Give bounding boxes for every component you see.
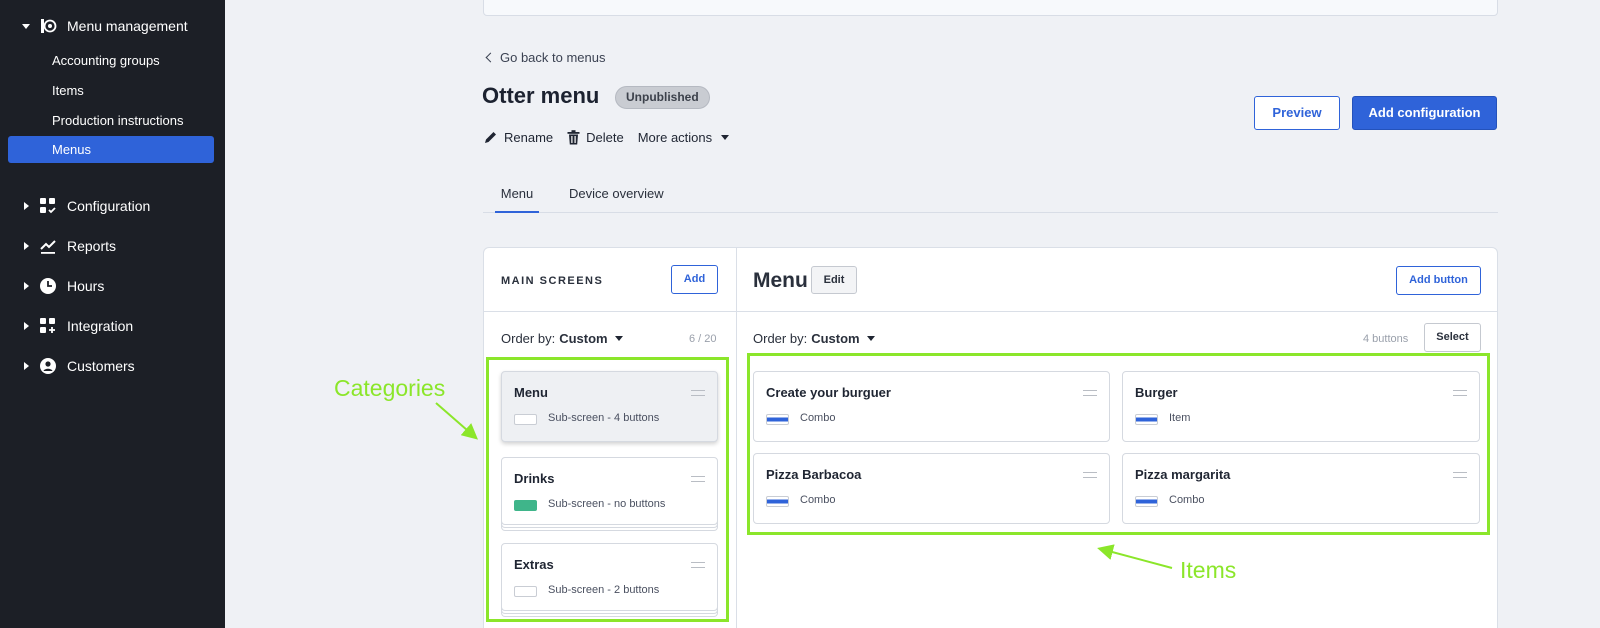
preview-button[interactable]: Preview	[1254, 96, 1340, 130]
nav-integration[interactable]: Integration	[0, 313, 225, 339]
tab-device-overview[interactable]: Device overview	[569, 186, 664, 213]
screens-order-dropdown[interactable]: Order by: Custom	[501, 331, 623, 346]
order-label: Order by:	[753, 331, 808, 346]
delete-label: Delete	[586, 130, 624, 145]
divider	[484, 311, 1497, 312]
menu-management-icon	[41, 19, 57, 33]
caret-right-icon	[24, 242, 29, 250]
order-value: Custom	[811, 331, 860, 346]
items-annotation: Items	[1180, 557, 1237, 583]
rename-button[interactable]: Rename	[483, 130, 553, 145]
back-label: Go back to menus	[500, 50, 606, 65]
nav-label: Reports	[67, 238, 117, 254]
nav-label: Integration	[67, 318, 134, 334]
caret-right-icon	[24, 362, 29, 370]
nav-menu-management[interactable]: Menu management	[0, 13, 225, 39]
caret-down-icon	[614, 336, 623, 341]
sidebar-item-production-instructions[interactable]: Production instructions	[8, 107, 214, 134]
action-bar: Rename Delete More actions	[483, 130, 743, 145]
caret-right-icon	[24, 202, 29, 210]
caret-right-icon	[24, 322, 29, 330]
nav-label: Hours	[67, 278, 105, 294]
caret-down-icon	[866, 336, 875, 341]
clock-icon	[40, 278, 56, 294]
nav-hours[interactable]: Hours	[0, 273, 225, 299]
nav-customers[interactable]: Customers	[0, 353, 225, 379]
screens-count: 6 / 20	[689, 333, 717, 345]
status-badge: Unpublished	[615, 86, 710, 109]
categories-annotation: Categories	[334, 375, 446, 401]
items-order-dropdown[interactable]: Order by: Custom	[753, 331, 875, 346]
buttons-count: 4 buttons	[1363, 333, 1409, 345]
rename-label: Rename	[504, 130, 554, 145]
chevron-left-icon	[485, 52, 496, 63]
add-screen-button[interactable]: Add	[671, 265, 718, 294]
items-highlight-box	[747, 353, 1490, 535]
order-value: Custom	[559, 331, 608, 346]
nav-reports[interactable]: Reports	[0, 233, 225, 259]
pencil-icon	[485, 132, 496, 143]
nav-label: Configuration	[67, 198, 151, 214]
reports-icon	[40, 240, 56, 254]
nav-configuration[interactable]: Configuration	[0, 193, 225, 219]
more-actions-dropdown[interactable]: More actions	[637, 130, 730, 145]
integration-icon	[40, 318, 55, 333]
user-circle-icon	[40, 358, 56, 374]
order-label: Order by:	[501, 331, 556, 346]
tab-bar: Menu Device overview	[483, 186, 1498, 213]
divider	[736, 248, 737, 628]
categories-highlight-box	[486, 357, 729, 622]
add-configuration-button[interactable]: Add configuration	[1352, 96, 1497, 130]
back-link[interactable]: Go back to menus	[483, 50, 606, 65]
delete-button[interactable]: Delete	[567, 130, 624, 145]
main-screens-heading: MAIN SCREENS	[501, 275, 604, 287]
page-title: Otter menu	[482, 83, 600, 108]
more-actions-label: More actions	[637, 130, 713, 145]
caret-right-icon	[24, 282, 29, 290]
nav-label: Customers	[67, 358, 135, 374]
caret-down-icon	[721, 135, 730, 140]
info-banner	[483, 0, 1498, 16]
menu-title: Menu	[753, 269, 808, 292]
nav-label: Menu management	[67, 18, 188, 34]
edit-button[interactable]: Edit	[811, 266, 857, 294]
sidebar-item-accounting-groups[interactable]: Accounting groups	[8, 47, 214, 74]
sidebar-item-items[interactable]: Items	[8, 77, 214, 104]
select-button[interactable]: Select	[1424, 323, 1481, 352]
trash-icon	[567, 130, 580, 145]
caret-down-icon	[22, 24, 30, 29]
sidebar-item-menus[interactable]: Menus	[8, 136, 214, 163]
add-button-button[interactable]: Add button	[1396, 266, 1481, 295]
configuration-icon	[40, 198, 56, 214]
arrow-to-categories	[435, 402, 479, 440]
tab-menu[interactable]: Menu	[495, 186, 539, 213]
sidebar: Menu management Accounting groups Items …	[0, 0, 225, 628]
